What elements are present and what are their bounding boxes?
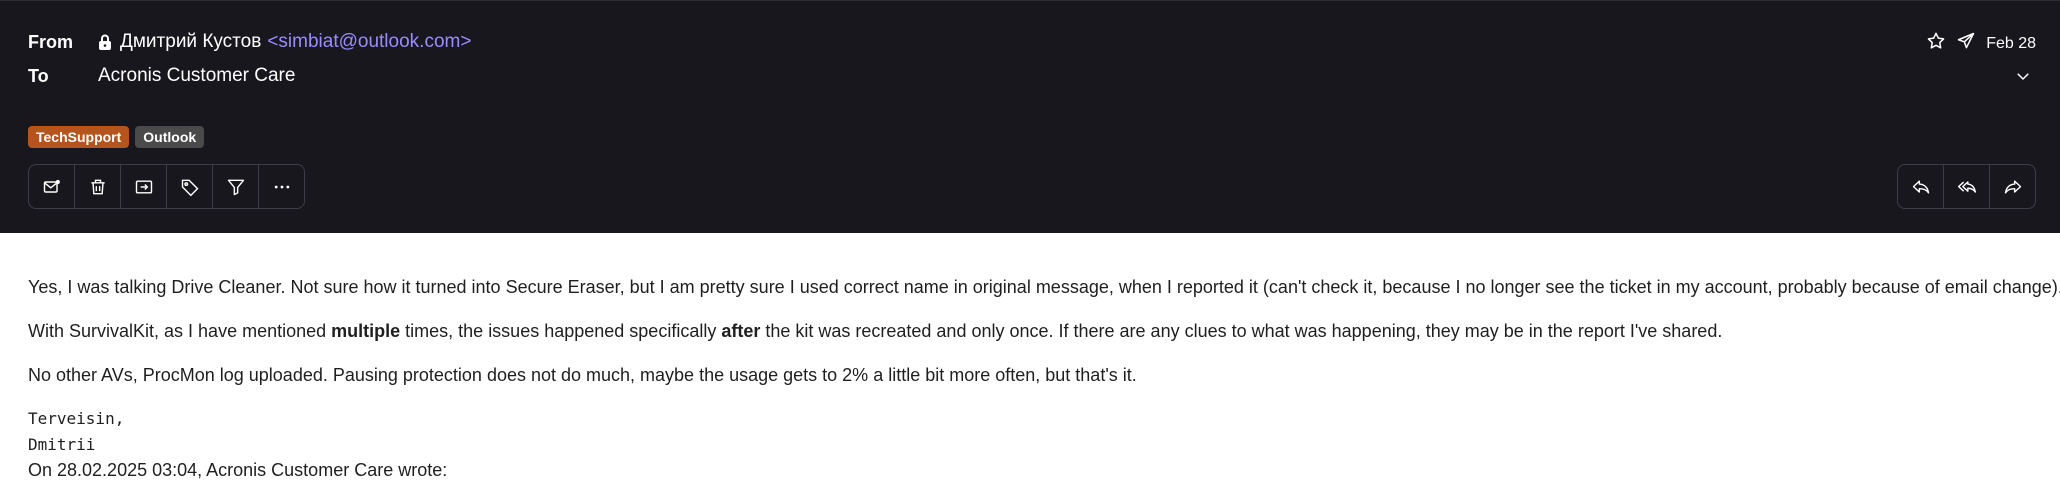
reply-icon xyxy=(1912,179,1929,194)
from-label: From xyxy=(28,31,73,52)
message-toolbar xyxy=(28,164,305,209)
paragraph-1: Yes, I was talking Drive Cleaner. Not su… xyxy=(28,277,2060,297)
sender-name: Дмитрий Кустов xyxy=(120,31,262,52)
mark-unread-button[interactable] xyxy=(29,165,74,208)
signature-name: Dmitrii xyxy=(28,435,96,454)
delete-button[interactable] xyxy=(74,165,120,208)
chevron-down-icon[interactable] xyxy=(2014,67,2032,90)
tag-list: TechSupport Outlook xyxy=(28,126,205,148)
signature-greeting: Terveisin, xyxy=(28,409,125,428)
forward-icon xyxy=(2004,179,2021,194)
tag-icon xyxy=(181,179,199,196)
p2-text-e: the kit was recreated and only once. If … xyxy=(760,321,1723,341)
more-button[interactable] xyxy=(258,165,304,208)
to-row: To Acronis Customer Care xyxy=(28,65,295,87)
reply-toolbar xyxy=(1897,164,2036,209)
sent-icon xyxy=(1956,31,1976,56)
more-icon xyxy=(274,185,289,188)
message-header: From Дмитрий Кустов <simbiat@outlook.com… xyxy=(0,0,2060,233)
p2-bold-after: after xyxy=(721,321,761,341)
lock-icon xyxy=(98,34,112,50)
to-label: To xyxy=(28,65,49,86)
p2-text-a: With SurvivalKit, as I have mentioned xyxy=(28,321,332,341)
trash-icon xyxy=(90,179,105,194)
filter-icon xyxy=(227,179,244,195)
p2-text-c: times, the issues happened specifically xyxy=(400,321,722,341)
mark-unread-icon xyxy=(43,179,60,193)
tag-techsupport[interactable]: TechSupport xyxy=(28,126,130,148)
quote-header: On 28.02.2025 03:04, Acronis Customer Ca… xyxy=(28,460,448,480)
p2-bold-multiple: multiple xyxy=(331,321,401,341)
reply-button[interactable] xyxy=(1898,165,1943,208)
paragraph-3: No other AVs, ProcMon log uploaded. Paus… xyxy=(28,365,1137,385)
forward-button[interactable] xyxy=(1989,165,2035,208)
filter-button[interactable] xyxy=(212,165,258,208)
tag-outlook[interactable]: Outlook xyxy=(135,126,205,148)
sender[interactable]: Дмитрий Кустов <simbiat@outlook.com> xyxy=(98,31,471,53)
from-row: From Дмитрий Кустов <simbiat@outlook.com… xyxy=(28,31,471,53)
reply-all-icon xyxy=(1957,180,1976,193)
sender-email[interactable]: <simbiat@outlook.com> xyxy=(267,31,471,53)
paragraph-2: With SurvivalKit, as I have mentioned mu… xyxy=(28,321,1722,342)
tag-button[interactable] xyxy=(166,165,212,208)
move-to-folder-icon xyxy=(135,179,152,194)
message-date: Feb 28 xyxy=(1986,34,2036,52)
star-icon[interactable] xyxy=(1926,31,1946,56)
header-actions: Feb 28 xyxy=(1926,31,2036,56)
reply-all-button[interactable] xyxy=(1943,165,1989,208)
move-button[interactable] xyxy=(120,165,166,208)
recipient-name[interactable]: Acronis Customer Care xyxy=(98,65,295,87)
